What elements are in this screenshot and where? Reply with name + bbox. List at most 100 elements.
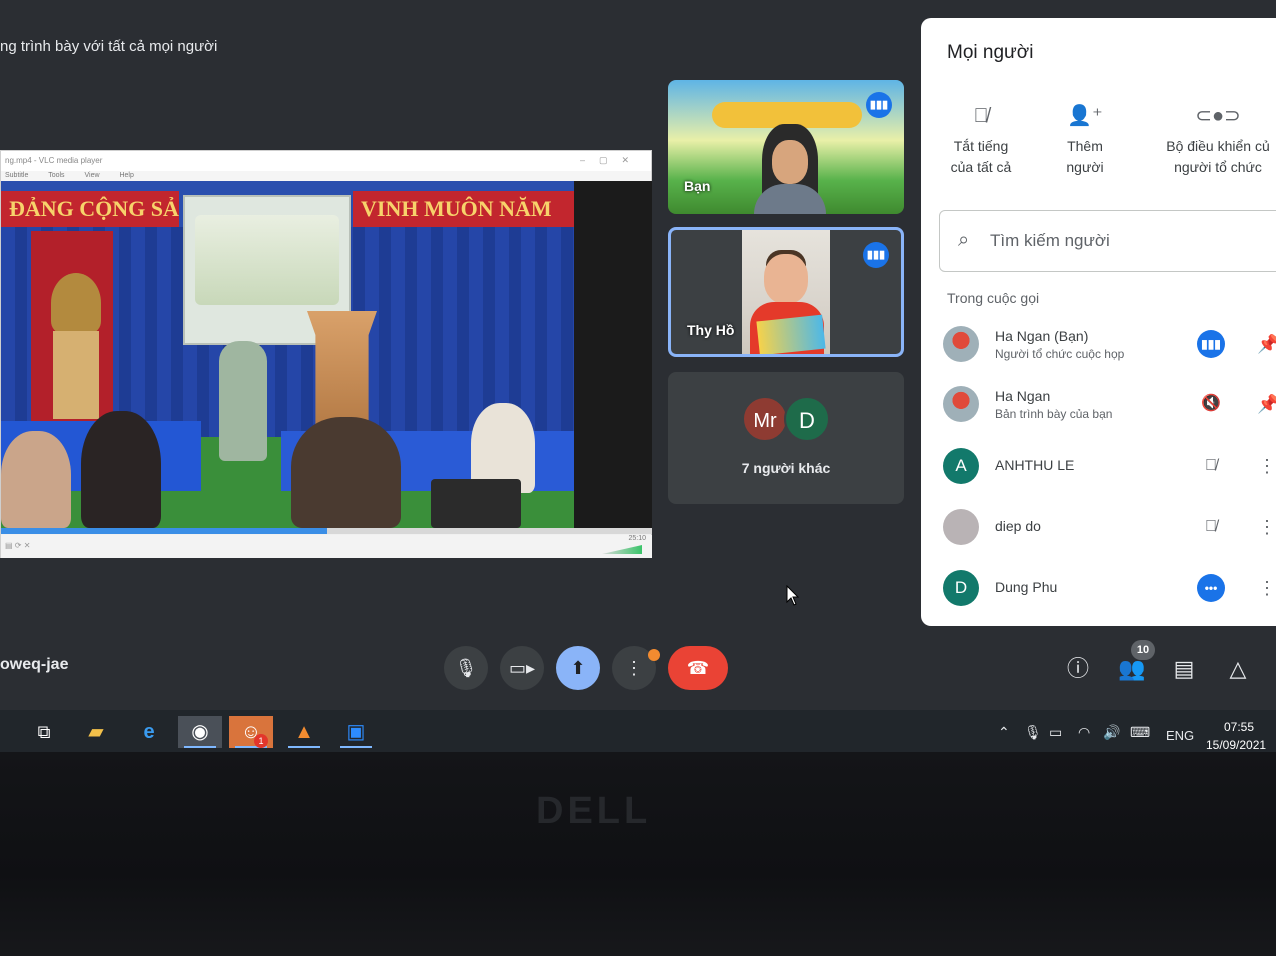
vlc-titlebar[interactable]: ng.mp4 - VLC media player –▢✕: [1, 151, 651, 171]
panel-title: Mọi người: [947, 42, 1034, 63]
vlc-taskbar-button[interactable]: ▲: [282, 716, 326, 748]
vlc-volume-slider[interactable]: [602, 545, 642, 554]
activities-button[interactable]: △: [1223, 654, 1253, 684]
edge-button[interactable]: e: [127, 716, 171, 748]
speaking-dots-icon: •••: [1197, 574, 1225, 602]
clock-date[interactable]: 15/09/2021: [1206, 738, 1266, 752]
stage-banner-right: VINH MUÔN NĂM: [353, 191, 574, 227]
person-add-icon: 👤⁺: [1067, 105, 1103, 127]
wifi-icon[interactable]: ◠: [1078, 724, 1090, 741]
leave-call-button[interactable]: ☎: [668, 646, 728, 690]
chrome-icon: ◉: [191, 721, 209, 743]
participant-row[interactable]: D Dung Phu ••• ⋮: [921, 560, 1276, 618]
avatar: [943, 386, 979, 422]
participant-row[interactable]: Ha Ngan Bản trình bày của bạn 🔇 📌: [921, 376, 1276, 434]
stage-bust: [51, 273, 101, 333]
avatar: D: [943, 570, 979, 606]
people-count-badge: 10: [1131, 640, 1155, 660]
stage-banner-left: ĐẢNG CỘNG SẢN V: [1, 191, 179, 227]
mic-button[interactable]: 🎙: [444, 646, 488, 690]
pin-icon[interactable]: 📌: [1257, 330, 1276, 358]
laptop-on-table: [431, 479, 521, 528]
participant-role: Người tổ chức cuộc họp: [995, 347, 1125, 361]
more-vert-icon: ⋮: [625, 658, 643, 678]
search-box[interactable]: ⌕: [939, 210, 1276, 272]
vlc-video-frame: ĐẢNG CỘNG SẢN V VINH MUÔN NĂM: [1, 181, 574, 528]
zoom-icon: ▣: [346, 721, 366, 743]
tile-thy[interactable]: Thy Hồ ▮▮▮: [668, 227, 904, 357]
participant-row[interactable]: A ANHTHU LE 🎙̸ ⋮: [921, 438, 1276, 496]
participant-row[interactable]: Ha Ngan (Bạn) Người tổ chức cuộc họp ▮▮▮…: [921, 316, 1276, 374]
keyboard-icon[interactable]: ⌨: [1130, 724, 1150, 741]
task-view-button[interactable]: ⧉: [22, 716, 66, 748]
tile-others[interactable]: Mr D 7 người khác: [668, 372, 904, 504]
participant-name: Ha Ngan: [995, 388, 1051, 404]
present-screen-icon: ⬆: [570, 658, 586, 678]
action-label: người: [1066, 159, 1104, 175]
task-view-icon: ⧉: [37, 722, 51, 742]
mic-icon[interactable]: 🎙: [1024, 724, 1042, 741]
chevron-up-icon[interactable]: ⌃: [998, 724, 1010, 741]
people-panel: Mọi người 🎙̸ Tắt tiếng của tất cả 👤⁺ Thê…: [921, 18, 1276, 626]
presenting-banner: ng trình bày với tất cả mọi người: [0, 38, 218, 55]
folder-icon: ▰: [88, 721, 104, 743]
vlc-controls[interactable]: ▤ ⟳ ✕ 25:10: [1, 535, 652, 558]
language-indicator[interactable]: ENG: [1166, 728, 1194, 743]
vlc-side-area: [574, 181, 652, 528]
meeting-details-button[interactable]: ⓘ: [1063, 654, 1093, 684]
participant-name: Ha Ngan (Bạn): [995, 328, 1089, 344]
vlc-title-text: ng.mp4 - VLC media player: [5, 156, 103, 165]
tile-self[interactable]: Bạn ▮▮▮: [668, 80, 904, 214]
battery-icon[interactable]: ▭: [1049, 724, 1062, 741]
zoom-taskbar-button[interactable]: ▣: [334, 716, 378, 748]
notification-badge: 1: [254, 734, 268, 748]
windows-taskbar: ⧉ ▰ e ◉ ☺ 1 ▲ ▣ ⌃ 🎙 ▭ ◠ 🔊 ⌨ ENG 07:55 15…: [0, 710, 1276, 752]
more-options-icon[interactable]: ⋮: [1257, 574, 1276, 602]
participant-name: Dung Phu: [995, 579, 1058, 595]
clock-time[interactable]: 07:55: [1224, 720, 1254, 734]
vlc-seekbar[interactable]: [1, 528, 652, 534]
vlc-menu-item[interactable]: Help: [119, 172, 133, 179]
mic-off-icon: 🎙̸: [1205, 457, 1217, 474]
camera-button[interactable]: ▭▸: [500, 646, 544, 690]
action-label: người tổ chức: [1174, 159, 1262, 175]
mic-off-icon: 🎙̸: [973, 105, 989, 127]
speaking-icon: ▮▮▮: [863, 242, 889, 268]
toggle-icon: ⊂●⊃: [1195, 106, 1241, 127]
self-face: [772, 140, 808, 184]
vlc-window-buttons[interactable]: –▢✕: [580, 155, 643, 166]
search-input[interactable]: [990, 223, 1276, 259]
chrome-button[interactable]: ◉: [178, 716, 222, 748]
audience-person: [81, 411, 161, 528]
file-explorer-button[interactable]: ▰: [74, 716, 118, 748]
vlc-menu-item[interactable]: Tools: [48, 172, 64, 179]
participant-row[interactable]: diep do 🎙̸ ⋮: [921, 499, 1276, 557]
action-label: của tất cả: [950, 159, 1012, 175]
participant-role: Bản trình bày của bạn: [995, 407, 1113, 421]
mute-all-button[interactable]: 🎙̸ Tắt tiếng của tất cả: [943, 106, 1019, 178]
vlc-menu-item[interactable]: View: [84, 172, 99, 179]
tile-name: Bạn: [684, 178, 711, 194]
add-people-button[interactable]: 👤⁺ Thêm người: [1047, 106, 1123, 178]
volume-icon[interactable]: 🔊: [1103, 724, 1120, 741]
vlc-control-icons[interactable]: ▤ ⟳ ✕: [5, 541, 30, 550]
notification-dot: [648, 649, 660, 661]
vlc-window[interactable]: ng.mp4 - VLC media player –▢✕ Subtitle T…: [0, 150, 652, 558]
present-button[interactable]: ⬆: [556, 646, 600, 690]
audience-person: [291, 417, 401, 528]
meeting-code: oweq-jae: [0, 656, 69, 673]
participant-name: ANHTHU LE: [995, 457, 1075, 473]
more-options-icon[interactable]: ⋮: [1257, 513, 1276, 541]
vlc-seek-fill: [1, 528, 327, 534]
more-options-icon[interactable]: ⋮: [1257, 452, 1276, 480]
tile-video: [742, 230, 830, 354]
chat-button[interactable]: ▤: [1169, 654, 1199, 684]
vlc-menu-item[interactable]: Subtitle: [5, 172, 28, 179]
info-icon: ⓘ: [1066, 656, 1089, 681]
host-controls-button[interactable]: ⊂●⊃ Bộ điều khiển củ người tổ chức: [1153, 106, 1276, 178]
avatar: A: [943, 448, 979, 484]
meet-screen: ng trình bày với tất cả mọi người ng.mp4…: [0, 0, 1276, 752]
stage-bust-pedestal: [53, 331, 99, 419]
unpin-icon[interactable]: 📌: [1257, 390, 1276, 418]
avatar: Mr: [742, 396, 788, 442]
